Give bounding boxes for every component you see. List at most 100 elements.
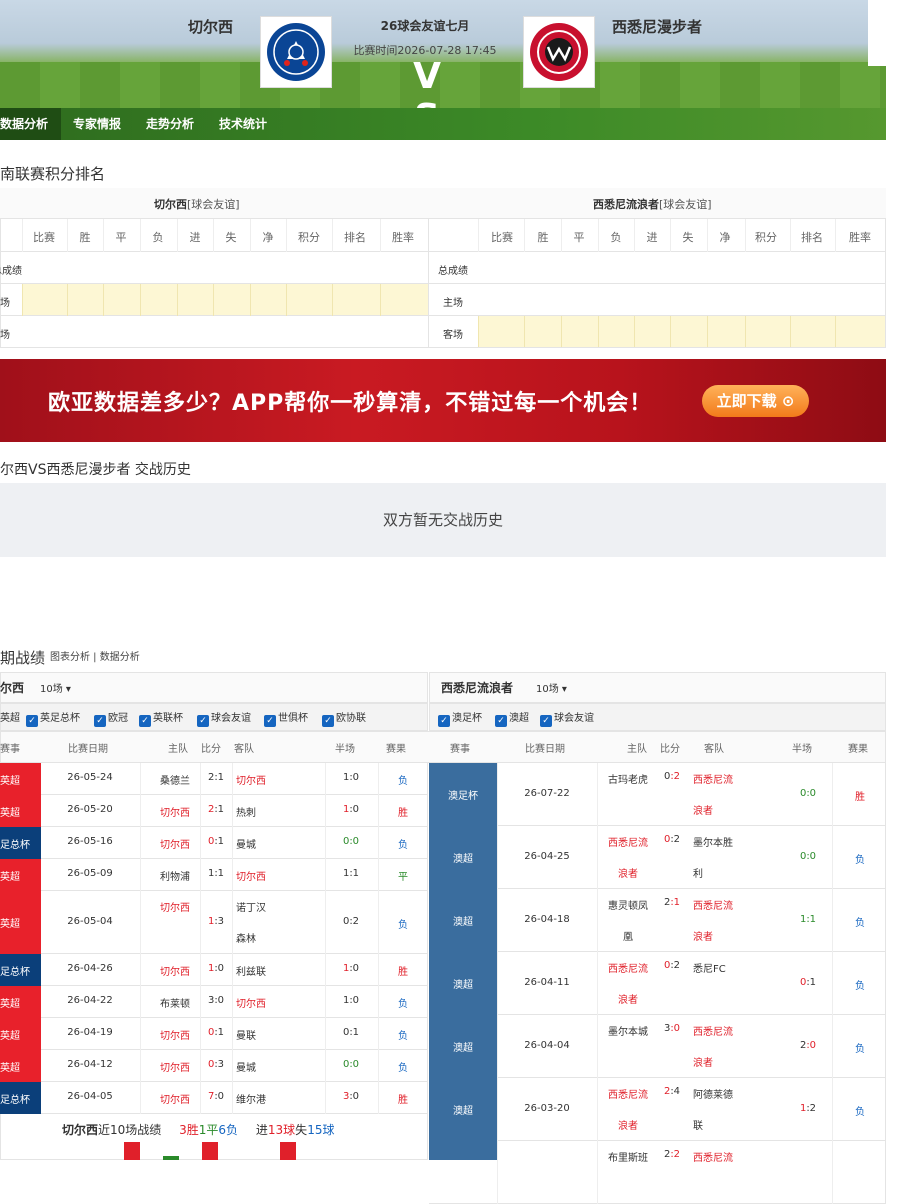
league-tag[interactable]: 澳足杯 (429, 763, 497, 826)
checkbox-icon[interactable]: ✓ (94, 715, 106, 727)
away-team[interactable]: 悉尼FC (693, 960, 726, 975)
home-filter-2[interactable]: ✓ 欧冠 (94, 709, 128, 727)
score[interactable]: 3:0 (202, 995, 230, 1006)
away-team[interactable]: 维尔港 (236, 1091, 266, 1106)
checkbox-icon[interactable]: ✓ (540, 715, 552, 727)
away-team[interactable]: 切尔西 (236, 772, 266, 787)
league-tag[interactable]: 足总杯 (0, 954, 41, 986)
league-tag[interactable]: 澳超 (429, 1015, 497, 1078)
league-tag[interactable]: 英超 (0, 859, 41, 891)
tab-data-analysis[interactable]: 数据分析 (0, 108, 61, 140)
home-count-select[interactable]: 10场 ▾ (40, 680, 71, 695)
tab-tech-stats[interactable]: 技术统计 (219, 108, 267, 140)
league-tag[interactable]: 英超 (0, 891, 41, 954)
home-filter-5[interactable]: ✓ 世俱杯 (264, 709, 308, 727)
score[interactable]: 0:3 (202, 1059, 230, 1070)
home-filter-1[interactable]: ✓ 英足总杯 (26, 709, 80, 727)
checkbox-icon[interactable]: ✓ (438, 715, 450, 727)
home-filter-6[interactable]: ✓ 欧协联 (322, 709, 366, 727)
away-team[interactable]: 西悉尼流 (693, 771, 733, 786)
score[interactable]: 2:1 (202, 772, 230, 783)
home-team[interactable]: 古玛老虎 (602, 771, 654, 786)
league-tag[interactable]: 英超 (0, 986, 41, 1018)
away-team[interactable]: 西悉尼流 (693, 1149, 733, 1164)
away-team-cont[interactable]: 浪者 (693, 928, 713, 943)
away-team[interactable]: 诺丁汉 (236, 899, 266, 914)
checkbox-icon[interactable]: ✓ (495, 715, 507, 727)
score[interactable]: 1:0 (202, 963, 230, 974)
league-tag[interactable]: 澳超 (429, 889, 497, 952)
score[interactable]: 0:2 (658, 960, 686, 971)
checkbox-icon[interactable]: ✓ (264, 715, 276, 727)
score[interactable]: 0:2 (658, 771, 686, 782)
away-team-cont[interactable]: 森林 (236, 930, 256, 945)
home-team[interactable]: 切尔西 (150, 1059, 200, 1074)
score[interactable]: 0:1 (202, 836, 230, 847)
score[interactable]: 2:1 (202, 804, 230, 815)
away-team[interactable]: 热刺 (236, 804, 256, 819)
home-team[interactable]: 惠灵顿凤 (602, 897, 654, 912)
league-tag[interactable]: 英超 (0, 763, 41, 795)
away-team-cont[interactable]: 浪者 (693, 802, 713, 817)
league-tag[interactable]: 澳超 (429, 1078, 497, 1141)
home-team-cont[interactable]: 浪者 (602, 1117, 654, 1132)
away-team[interactable]: 阿德莱德 (693, 1086, 733, 1101)
score[interactable]: 2:1 (658, 897, 686, 908)
away-filter-1[interactable]: ✓ 澳超 (495, 709, 529, 727)
league-tag[interactable]: 英超 (0, 795, 41, 827)
away-team[interactable]: 西悉尼流 (693, 897, 733, 912)
away-filter-2[interactable]: ✓ 球会友谊 (540, 709, 594, 727)
away-team[interactable]: 切尔西 (236, 995, 266, 1010)
tab-expert-intel[interactable]: 专家情报 (73, 108, 121, 140)
home-team-cont[interactable]: 浪者 (602, 991, 654, 1006)
checkbox-icon[interactable]: ✓ (322, 715, 334, 727)
away-team-cont[interactable]: 浪者 (693, 1054, 713, 1069)
away-team[interactable]: 墨尔本胜 (693, 834, 733, 849)
home-team-cont[interactable]: 凰 (602, 928, 654, 943)
league-tag[interactable]: 澳超 (429, 952, 497, 1015)
home-team[interactable]: 切尔西 (150, 963, 200, 978)
ad-download-button[interactable]: 立即下载 ⊙ (702, 385, 809, 417)
wsw-badge-icon[interactable] (523, 16, 595, 88)
away-team[interactable]: 曼城 (236, 1059, 256, 1074)
score[interactable]: 0:1 (202, 1027, 230, 1038)
home-team[interactable]: 切尔西 (150, 899, 200, 914)
chelsea-badge-icon[interactable] (260, 16, 332, 88)
score[interactable]: 7:0 (202, 1091, 230, 1102)
away-count-select[interactable]: 10场 ▾ (536, 680, 567, 695)
home-filter-4[interactable]: ✓ 球会友谊 (197, 709, 251, 727)
checkbox-icon[interactable]: ✓ (26, 715, 38, 727)
away-team-cont[interactable]: 利 (693, 865, 703, 880)
away-filter-0[interactable]: ✓ 澳足杯 (438, 709, 482, 727)
away-team[interactable]: 曼城 (236, 836, 256, 851)
home-team[interactable]: 布莱顿 (150, 995, 200, 1010)
home-team[interactable]: 西悉尼流 (602, 834, 654, 849)
recent-chart-links[interactable]: 图表分析 | 数据分析 (50, 648, 140, 663)
league-tag[interactable]: 足总杯 (0, 1082, 41, 1114)
score[interactable]: 2:2 (658, 1149, 686, 1160)
home-team[interactable]: 布里斯班 (602, 1149, 654, 1164)
away-team[interactable]: 利兹联 (236, 963, 266, 978)
home-team[interactable]: 墨尔本城 (602, 1023, 654, 1038)
home-filter-3[interactable]: ✓ 英联杯 (139, 709, 183, 727)
score[interactable]: 1:1 (202, 868, 230, 879)
home-team[interactable]: 切尔西 (150, 836, 200, 851)
away-team[interactable]: 曼联 (236, 1027, 256, 1042)
checkbox-icon[interactable]: ✓ (197, 715, 209, 727)
home-team[interactable]: 西悉尼流 (602, 1086, 654, 1101)
home-team-name[interactable]: 切尔西 (188, 16, 233, 37)
league-tag[interactable]: 澳超 (429, 826, 497, 889)
away-team[interactable]: 切尔西 (236, 868, 266, 883)
checkbox-icon[interactable]: ✓ (139, 715, 151, 727)
score[interactable]: 3:0 (658, 1023, 686, 1034)
away-team-cont[interactable]: 联 (693, 1117, 703, 1132)
home-filter-0[interactable]: 英超 (0, 709, 20, 724)
home-team[interactable]: 切尔西 (150, 1091, 200, 1106)
home-team[interactable]: 桑德兰 (150, 772, 200, 787)
home-team[interactable]: 切尔西 (150, 804, 200, 819)
score[interactable]: 0:2 (658, 834, 686, 845)
league-tag[interactable]: 英超 (0, 1050, 41, 1082)
away-team-name[interactable]: 西悉尼漫步者 (612, 16, 702, 37)
league-tag[interactable] (429, 1141, 497, 1160)
score[interactable]: 2:4 (658, 1086, 686, 1097)
